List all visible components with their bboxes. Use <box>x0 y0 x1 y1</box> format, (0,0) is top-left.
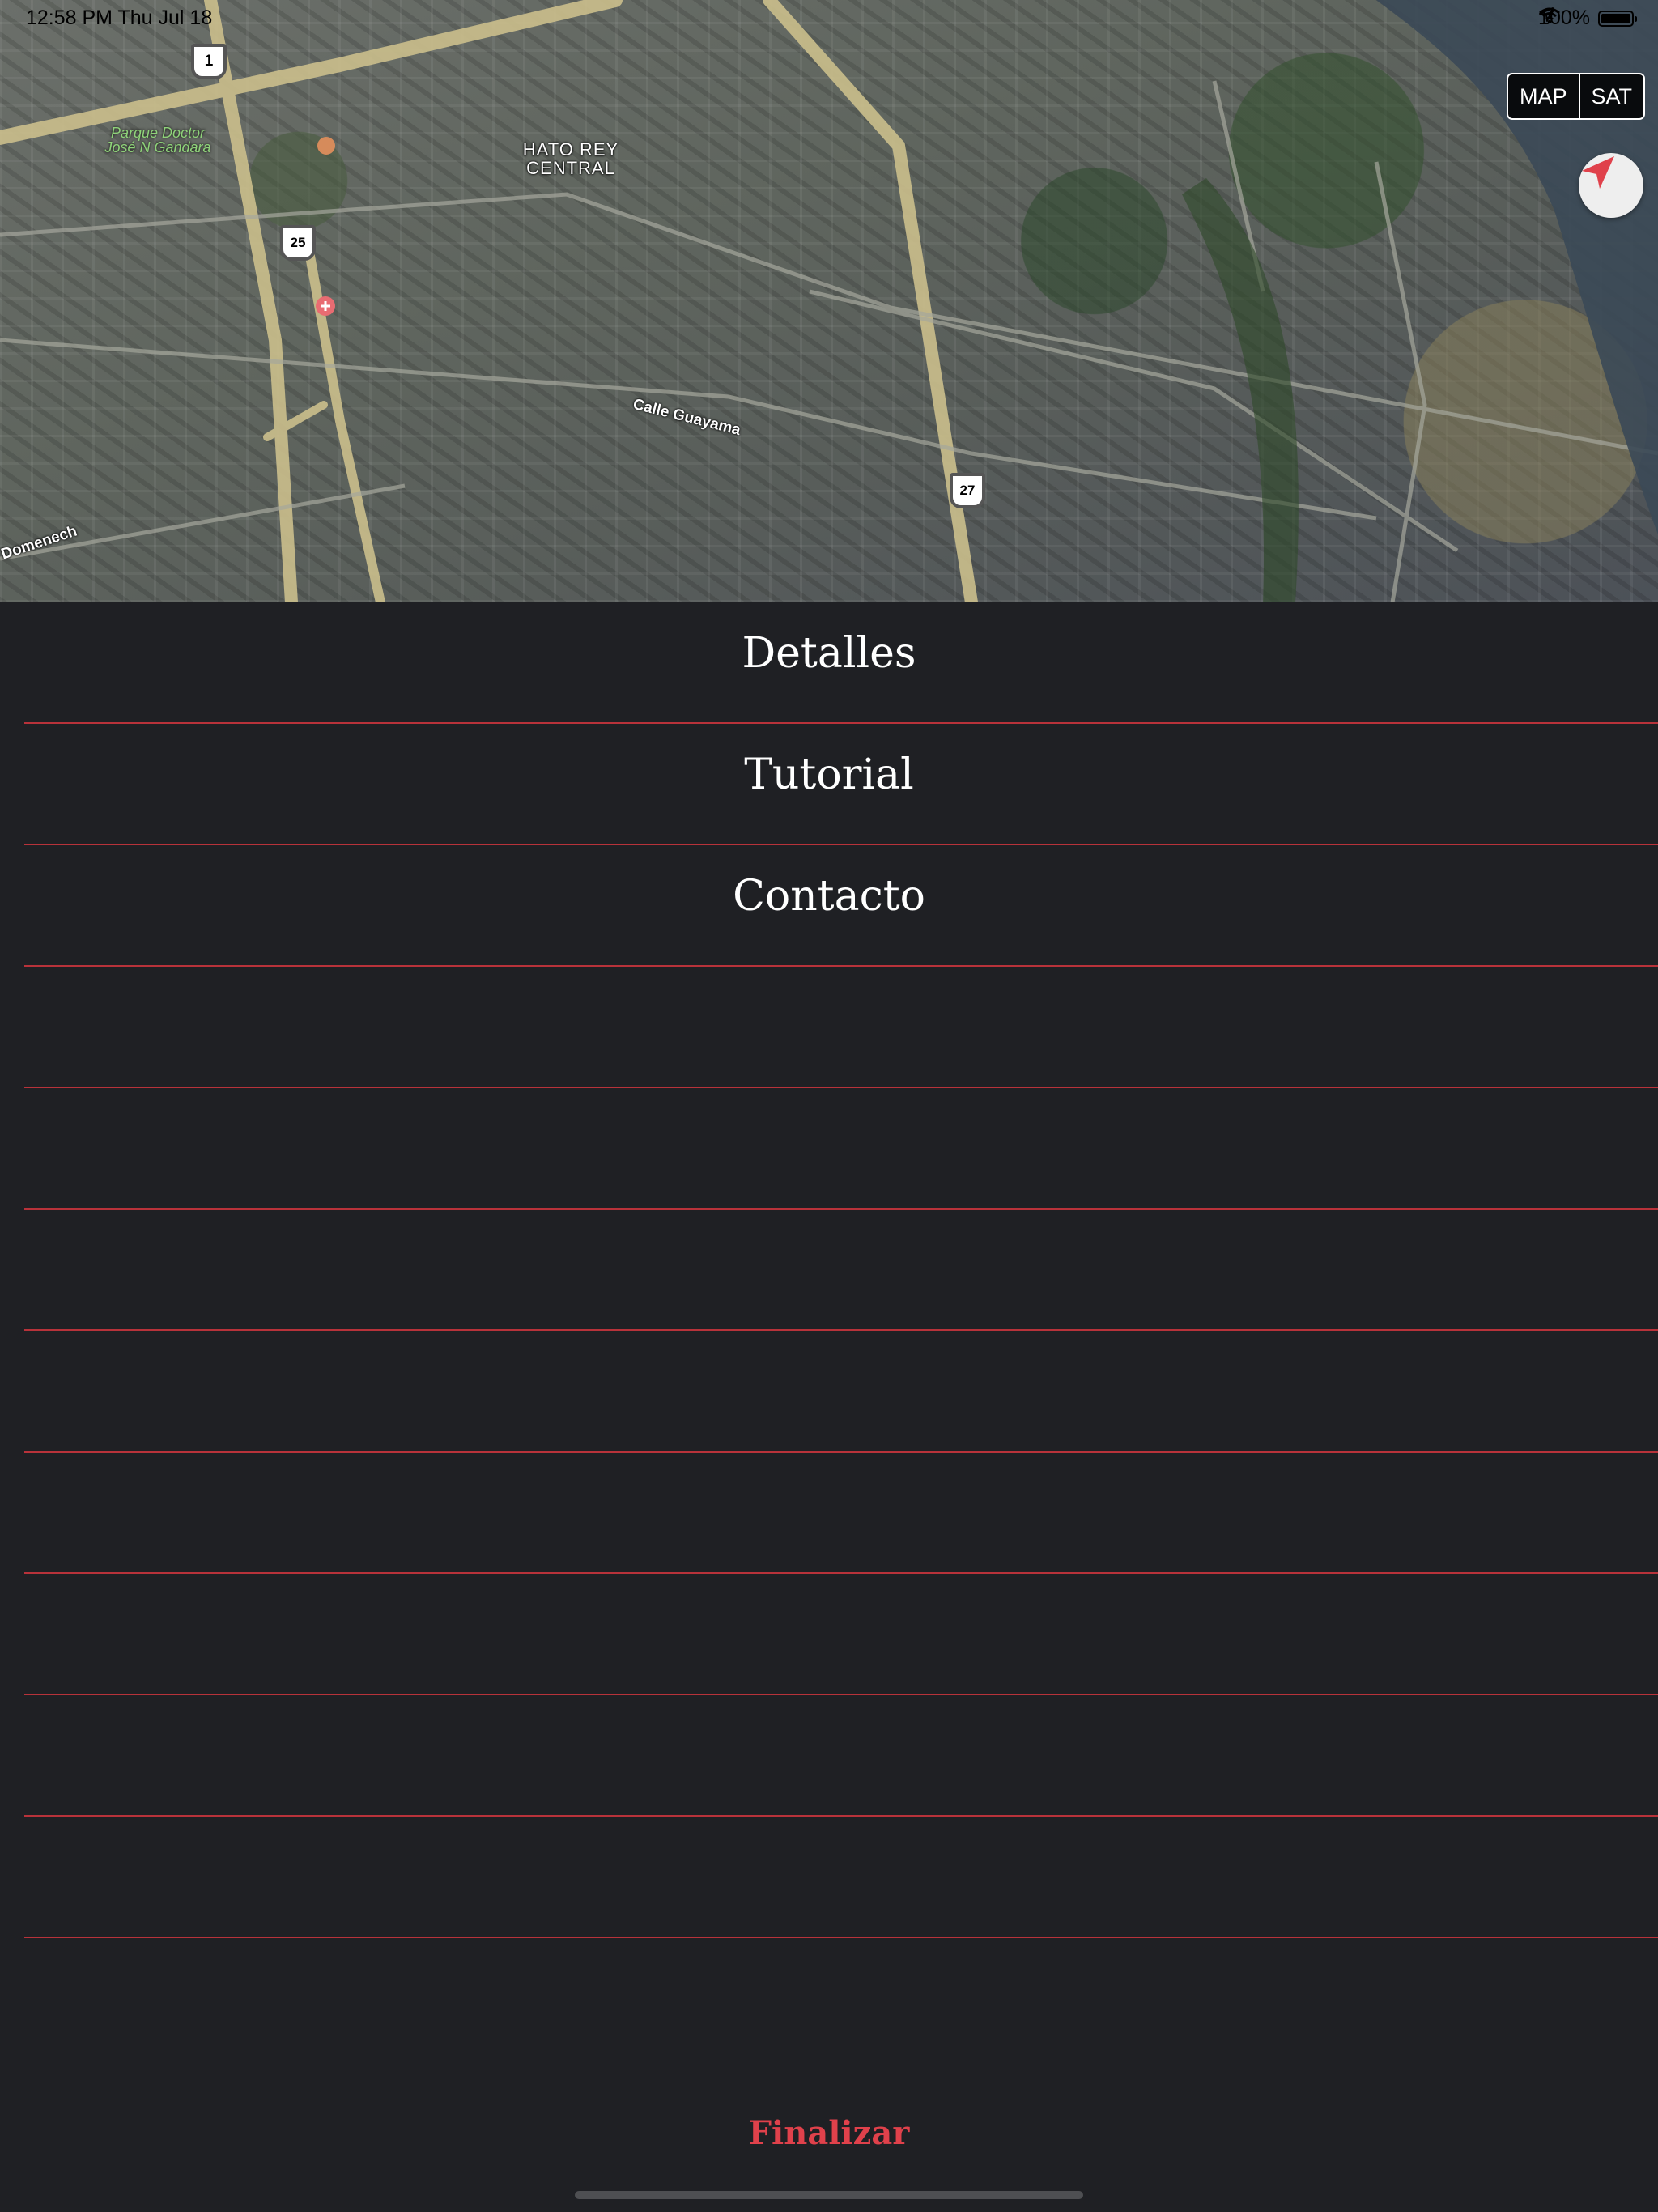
locate-me-button[interactable] <box>1579 153 1643 218</box>
home-indicator[interactable] <box>575 2191 1083 2199</box>
map-type-segmented-control: MAP SAT <box>1507 73 1646 120</box>
highway-shield-25: 25 <box>280 225 316 261</box>
menu-item-empty <box>24 967 1658 1088</box>
district-label: HATO REY CENTRAL <box>522 139 619 179</box>
menu-item-label: Tutorial <box>744 751 914 799</box>
map-type-map-button[interactable]: MAP <box>1508 74 1579 118</box>
menu-item-empty <box>24 1331 1658 1453</box>
status-bar: 12:58 PM Thu Jul 18 100% <box>0 0 1658 37</box>
menu-item-empty <box>24 1817 1658 1938</box>
status-time: 12:58 PM Thu Jul 18 <box>26 6 213 29</box>
menu-item-tutorial[interactable]: Tutorial <box>24 724 1658 845</box>
highway-shield-27: 27 <box>950 473 985 508</box>
menu-item-contacto[interactable]: Contacto <box>24 845 1658 967</box>
menu-item-empty <box>24 1695 1658 1817</box>
app-screen: Parque Doctor José N Gandara HATO REY CE… <box>0 0 1658 2212</box>
menu-item-detalles[interactable]: Detalles <box>24 602 1658 724</box>
location-arrow-icon <box>1582 156 1614 189</box>
menu-item-empty <box>24 1088 1658 1210</box>
map-type-sat-button[interactable]: SAT <box>1580 74 1644 118</box>
menu-item-empty <box>24 1453 1658 1574</box>
highway-shield-1: 1 <box>191 44 227 79</box>
menu-item-empty <box>24 1210 1658 1331</box>
satellite-map[interactable]: Parque Doctor José N Gandara HATO REY CE… <box>0 0 1658 602</box>
map-roads <box>0 0 1658 602</box>
finalize-button[interactable]: Finalizar <box>744 2113 915 2153</box>
menu-list: Detalles Tutorial Contacto <box>0 602 1658 1938</box>
status-indicators: 100% <box>1538 6 1637 30</box>
park-label: Parque Doctor José N Gandara <box>104 125 211 155</box>
menu-item-label: Detalles <box>742 629 916 678</box>
footer: Finalizar <box>0 2113 1658 2153</box>
battery-icon <box>1598 10 1637 27</box>
menu-item-empty <box>24 1574 1658 1695</box>
location-services-icon <box>1539 7 1554 22</box>
menu-item-label: Contacto <box>733 872 925 921</box>
